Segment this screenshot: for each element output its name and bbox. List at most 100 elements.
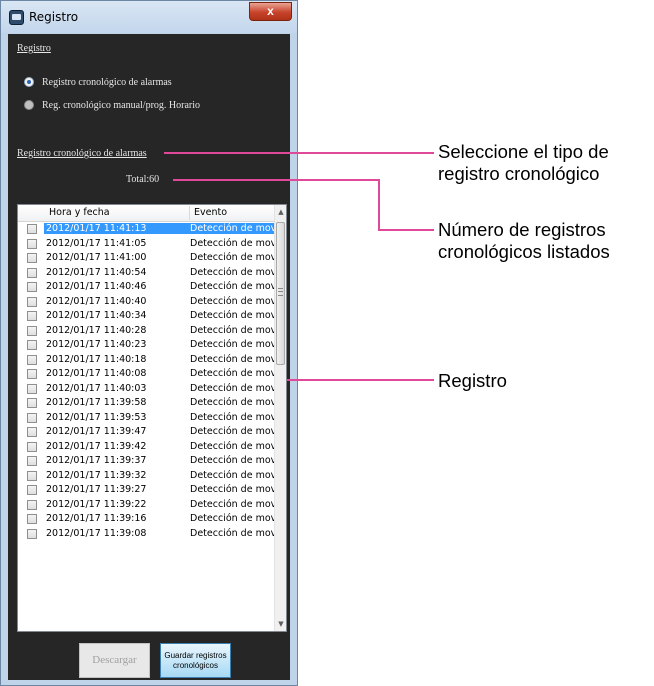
save-logs-label-line1: Guardar registros xyxy=(164,651,227,660)
row-checkbox[interactable] xyxy=(27,296,37,307)
table-body: 2012/01/17 11:41:13 Detección de movir 201… xyxy=(18,222,274,541)
row-datetime: 2012/01/17 11:40:03 xyxy=(46,382,147,394)
row-datetime: 2012/01/17 11:40:46 xyxy=(46,281,147,292)
scroll-down-arrow-icon[interactable]: ▼ xyxy=(275,617,286,631)
list-title: Registro cronológico de alarmas xyxy=(17,148,147,159)
table-row[interactable]: 2012/01/17 11:40:03 Detección de movir xyxy=(18,382,274,397)
radio-alarm-log[interactable]: Registro cronológico de alarmas xyxy=(24,75,172,89)
table-row[interactable]: 2012/01/17 11:39:22 Detección de movir xyxy=(18,498,274,513)
row-checkbox[interactable] xyxy=(27,427,37,437)
radio-label: Registro cronológico de alarmas xyxy=(42,76,172,88)
row-event: Detección de movir xyxy=(190,382,274,394)
row-checkbox[interactable] xyxy=(27,412,37,423)
table-row[interactable]: 2012/01/17 11:40:40 Detección de movir xyxy=(18,295,274,310)
row-checkbox[interactable] xyxy=(27,340,37,350)
row-checkbox[interactable] xyxy=(27,398,37,408)
row-datetime: 2012/01/17 11:41:05 xyxy=(46,237,147,249)
table-row[interactable]: 2012/01/17 11:40:28 Detección de movir xyxy=(18,324,274,339)
row-checkbox[interactable] xyxy=(27,514,37,524)
scroll-up-arrow-icon[interactable]: ▲ xyxy=(275,205,286,219)
table-row[interactable]: 2012/01/17 11:41:00 Detección de movir xyxy=(18,251,274,266)
row-checkbox[interactable] xyxy=(27,224,37,234)
row-event: Detección de movir xyxy=(190,426,274,437)
row-checkbox[interactable] xyxy=(27,354,37,365)
scrollbar-grip-icon xyxy=(278,288,283,296)
table-row[interactable]: 2012/01/17 11:39:16 Detección de movir xyxy=(18,512,274,527)
radio-selected-icon[interactable] xyxy=(24,77,34,87)
row-event: Detección de movir xyxy=(190,237,274,249)
row-datetime: 2012/01/17 11:39:37 xyxy=(46,455,147,466)
table-row[interactable]: 2012/01/17 11:41:13 Detección de movir xyxy=(18,222,274,237)
table-row[interactable]: 2012/01/17 11:39:37 Detección de movir xyxy=(18,454,274,469)
row-event: Detección de movir xyxy=(190,295,274,307)
row-event: Detección de movir xyxy=(190,252,274,263)
row-event: Detección de movir xyxy=(190,339,274,350)
column-header-datetime[interactable]: Hora y fecha xyxy=(49,207,110,218)
table-row[interactable]: 2012/01/17 11:40:54 Detección de movir xyxy=(18,266,274,281)
table-row[interactable]: 2012/01/17 11:40:23 Detección de movir xyxy=(18,338,274,353)
row-event: Detección de movir xyxy=(190,469,274,481)
row-datetime: 2012/01/17 11:39:22 xyxy=(46,498,147,510)
annotation-line: cronológicos listados xyxy=(438,241,610,262)
row-checkbox[interactable] xyxy=(27,267,37,278)
row-checkbox[interactable] xyxy=(27,470,37,481)
table-row[interactable]: 2012/01/17 11:40:34 Detección de movir xyxy=(18,309,274,324)
table-row[interactable]: 2012/01/17 11:40:46 Detección de movir xyxy=(18,280,274,295)
row-datetime: 2012/01/17 11:39:16 xyxy=(46,513,147,524)
row-checkbox[interactable] xyxy=(27,325,37,336)
row-event: Detección de movir xyxy=(190,368,274,379)
callout-line-log-type xyxy=(164,152,434,154)
callout-line-count-vertical xyxy=(378,179,380,231)
row-checkbox[interactable] xyxy=(27,485,37,495)
row-datetime: 2012/01/17 11:40:08 xyxy=(46,368,147,379)
table-row[interactable]: 2012/01/17 11:41:05 Detección de movir xyxy=(18,237,274,252)
row-checkbox[interactable] xyxy=(27,499,37,510)
annotation-line: registro cronológico xyxy=(438,163,600,184)
row-checkbox[interactable] xyxy=(27,369,37,379)
close-button[interactable]: x xyxy=(249,2,292,21)
row-checkbox[interactable] xyxy=(27,282,37,292)
radio-manual-schedule-log[interactable]: Reg. cronológico manual/prog. Horario xyxy=(24,98,200,112)
scrollbar-thumb[interactable] xyxy=(276,222,285,365)
table-row[interactable]: 2012/01/17 11:40:18 Detección de movir xyxy=(18,353,274,368)
table-row[interactable]: 2012/01/17 11:39:08 Detección de movir xyxy=(18,527,274,542)
row-event: Detección de movir xyxy=(190,440,274,452)
log-table[interactable]: Hora y fecha Evento 2012/01/17 11:41:13 D… xyxy=(17,204,287,632)
row-event: Detección de movir xyxy=(190,527,274,539)
callout-line-log xyxy=(287,379,434,381)
annotation-line: Número de registros xyxy=(438,219,606,240)
vertical-scrollbar[interactable]: ▲ ▼ xyxy=(274,205,286,631)
row-event: Detección de movir xyxy=(190,498,274,510)
table-row[interactable]: 2012/01/17 11:39:58 Detección de movir xyxy=(18,396,274,411)
row-datetime: 2012/01/17 11:41:13 xyxy=(44,223,190,234)
column-divider[interactable] xyxy=(189,206,190,220)
save-logs-button[interactable]: Guardar registros cronológicos xyxy=(160,643,231,678)
callout-line-count-horizontal xyxy=(173,179,379,181)
download-button[interactable]: Descargar xyxy=(79,643,150,678)
row-checkbox[interactable] xyxy=(27,528,37,539)
window-title: Registro xyxy=(29,10,79,24)
row-checkbox[interactable] xyxy=(27,441,37,452)
row-checkbox[interactable] xyxy=(27,311,37,321)
row-datetime: 2012/01/17 11:39:53 xyxy=(46,411,147,423)
row-event: Detección de movir xyxy=(190,223,274,234)
section-title-registro[interactable]: Registro xyxy=(17,43,51,54)
row-datetime: 2012/01/17 11:40:40 xyxy=(46,295,147,307)
table-row[interactable]: 2012/01/17 11:40:08 Detección de movir xyxy=(18,367,274,382)
row-checkbox[interactable] xyxy=(27,383,37,394)
row-checkbox[interactable] xyxy=(27,238,37,249)
table-row[interactable]: 2012/01/17 11:39:53 Detección de movir xyxy=(18,411,274,426)
column-header-event[interactable]: Evento xyxy=(194,207,227,218)
table-row[interactable]: 2012/01/17 11:39:47 Detección de movir xyxy=(18,425,274,440)
table-row[interactable]: 2012/01/17 11:39:42 Detección de movir xyxy=(18,440,274,455)
table-header: Hora y fecha Evento xyxy=(18,205,274,222)
title-bar[interactable]: Registro x xyxy=(1,1,297,33)
table-row[interactable]: 2012/01/17 11:39:27 Detección de movir xyxy=(18,483,274,498)
row-event: Detección de movir xyxy=(190,484,274,495)
table-row[interactable]: 2012/01/17 11:39:32 Detección de movir xyxy=(18,469,274,484)
row-datetime: 2012/01/17 11:39:27 xyxy=(46,484,147,495)
radio-unselected-icon[interactable] xyxy=(24,100,34,110)
row-checkbox[interactable] xyxy=(27,456,37,466)
row-checkbox[interactable] xyxy=(27,253,37,263)
total-count: Total:60 xyxy=(126,174,160,185)
